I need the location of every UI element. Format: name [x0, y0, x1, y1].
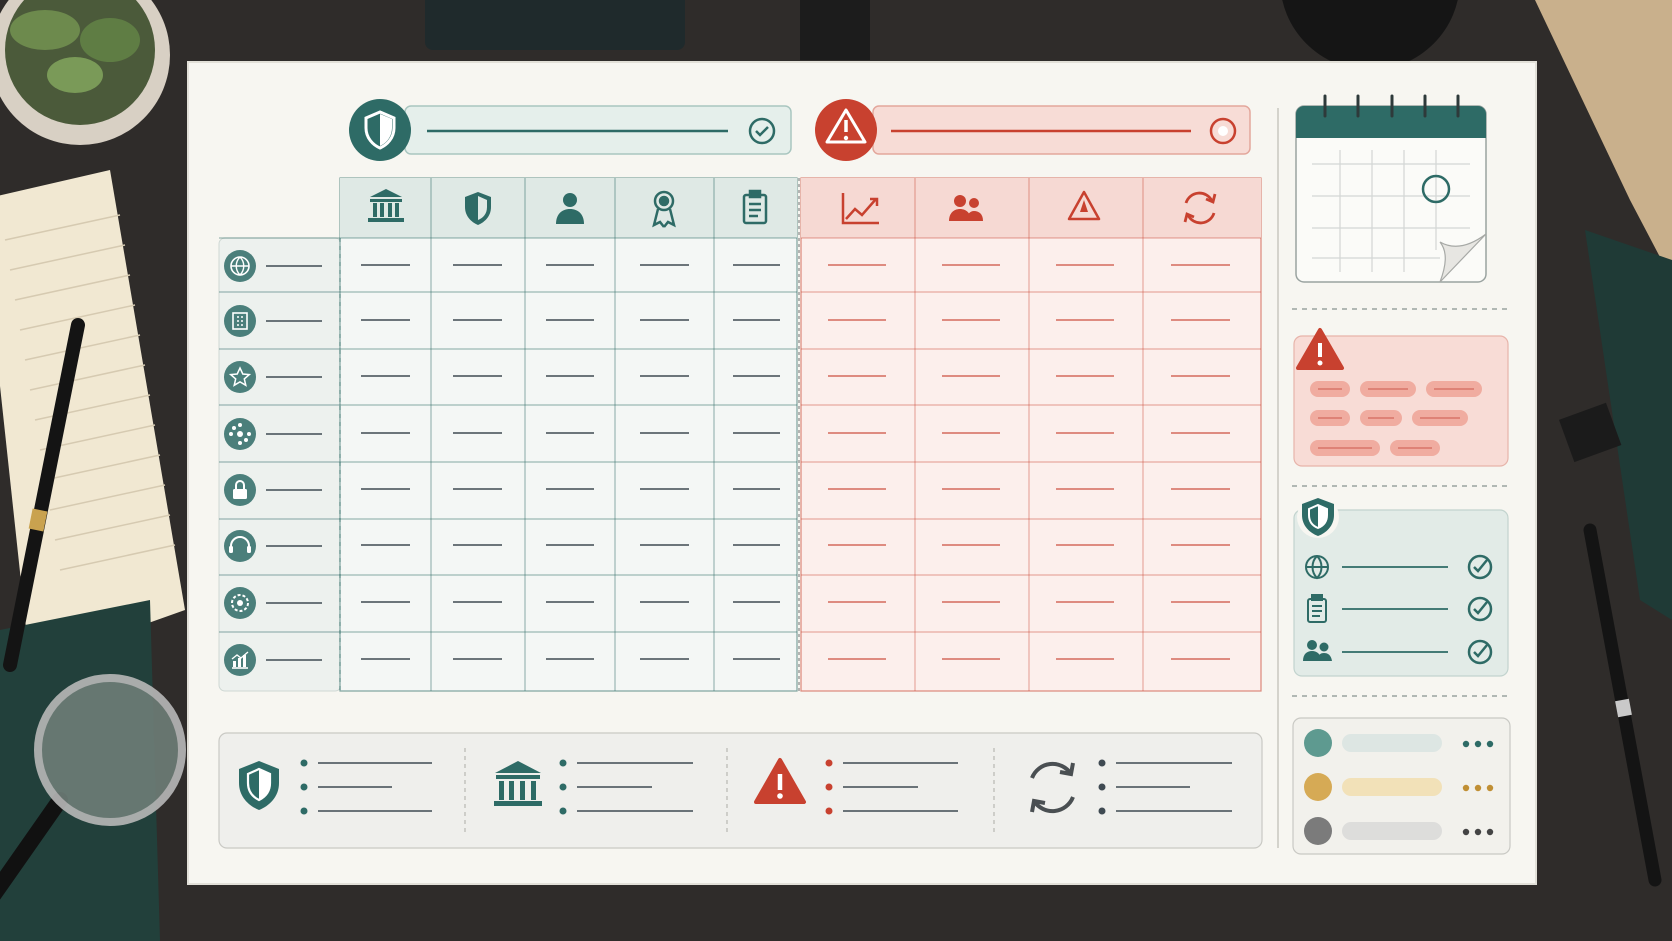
legend-panel: [1292, 717, 1511, 855]
shield-icon: [1297, 496, 1339, 538]
settings-cycle-icon[interactable]: [224, 587, 256, 619]
planner-sheet: [187, 61, 1537, 885]
headset-icon[interactable]: [224, 530, 256, 562]
star-icon[interactable]: [224, 361, 256, 393]
alert-panel: [1293, 328, 1509, 467]
network-icon[interactable]: [224, 418, 256, 450]
red-table: [798, 177, 1262, 692]
lock-icon[interactable]: [224, 474, 256, 506]
footer-panel: [218, 732, 1263, 849]
calendar-icon[interactable]: [1295, 94, 1487, 283]
building-icon[interactable]: [224, 305, 256, 337]
globe-icon[interactable]: [224, 250, 256, 282]
header-left[interactable]: [349, 99, 792, 161]
header-right[interactable]: [815, 99, 1251, 161]
bar-chart-icon[interactable]: [224, 644, 256, 676]
checklist-panel: [1293, 496, 1509, 677]
